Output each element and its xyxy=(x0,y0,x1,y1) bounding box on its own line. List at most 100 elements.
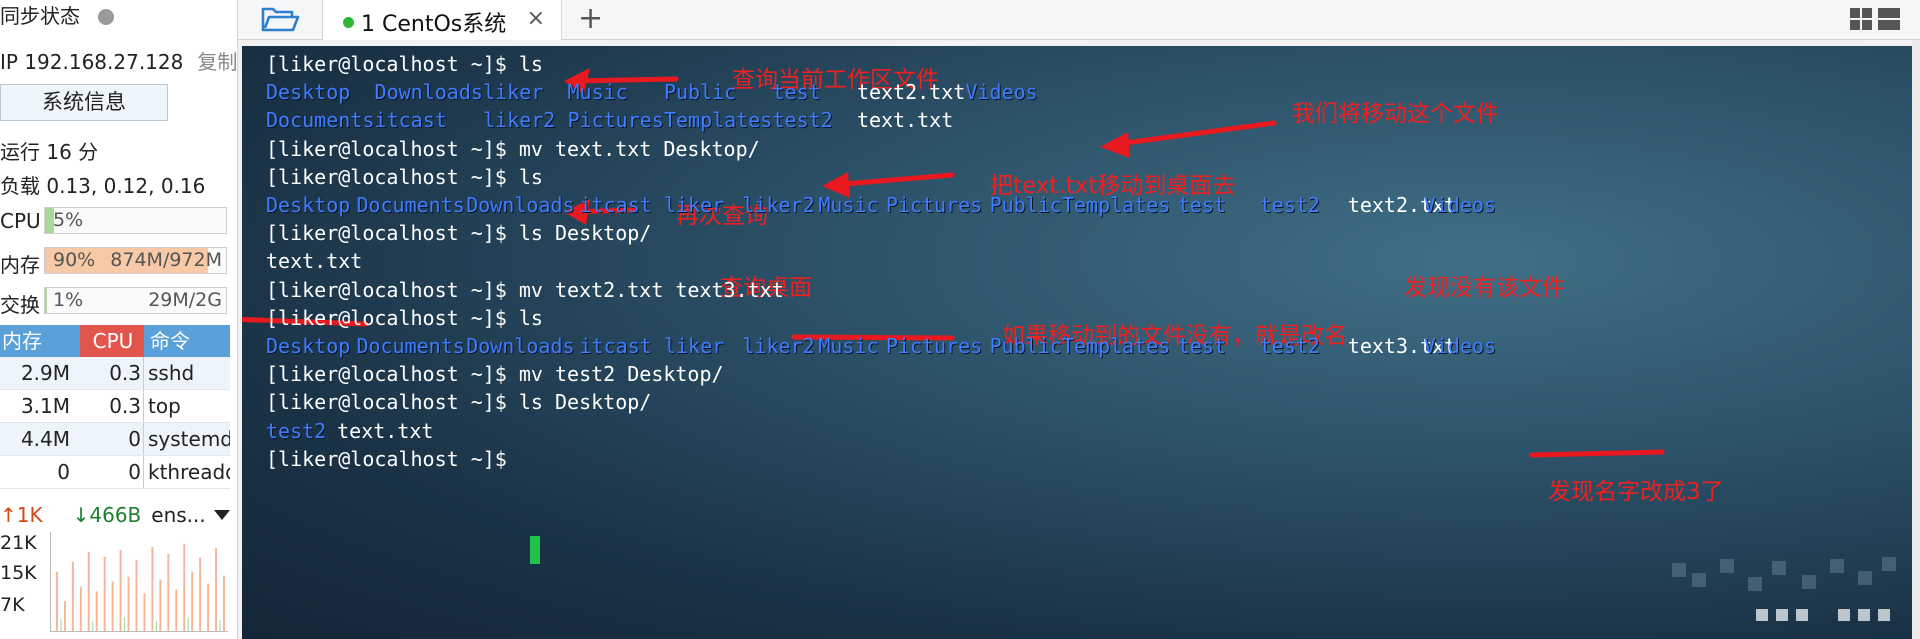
close-icon[interactable]: × xyxy=(527,6,545,31)
directory-entry: Templates xyxy=(1061,193,1171,217)
directory-entry: itcast xyxy=(374,108,447,133)
session-tab-bar: 1 CentOs系统 × + xyxy=(238,0,1920,40)
cpu-meter-label: CPU xyxy=(0,209,41,233)
directory-entry: Desktop xyxy=(266,193,351,217)
directory-entry: Documents xyxy=(266,108,375,133)
window-scrollbar[interactable] xyxy=(1912,40,1920,639)
directory-entry: Documents xyxy=(356,193,465,217)
terminal-command-line: [liker@localhost ~]$ ls xyxy=(266,305,543,330)
table-row[interactable]: 3.1M 0.3 top xyxy=(0,390,230,423)
chevron-down-icon[interactable] xyxy=(213,510,230,520)
directory-entry: Documents xyxy=(356,334,465,358)
terminal-command-line: [liker@localhost ~]$ ls Desktop/ xyxy=(266,221,652,246)
table-row[interactable]: 0 0 kthreadd xyxy=(0,456,230,489)
swap-meter-label: 交换 xyxy=(0,293,40,317)
directory-entry: liker2 xyxy=(483,108,556,133)
copy-ip-button[interactable]: 复制 xyxy=(197,50,237,74)
directory-entry: itcast xyxy=(579,334,652,358)
memory-meter-detail: 874M/972M xyxy=(110,249,222,271)
swap-meter-value: 1% xyxy=(53,289,84,311)
process-mem: 4.4M xyxy=(20,427,70,451)
directory-entry: test xyxy=(772,80,821,105)
network-download: ↓466B xyxy=(72,503,142,527)
directory-entry: liker xyxy=(483,80,544,105)
table-row[interactable]: 2.9M 0.3 sshd xyxy=(0,357,230,390)
terminal-command-line: [liker@localhost ~]$ ls xyxy=(266,52,543,76)
memory-meter: 90% 874M/972M xyxy=(44,247,227,274)
column-header-mem[interactable]: 内存 xyxy=(0,325,80,357)
terminal-command-line: [liker@localhost ~]$ ls Desktop/ xyxy=(266,390,652,415)
table-row[interactable]: 4.4M 0 systemd xyxy=(0,423,230,456)
ip-address: IP 192.168.27.128 xyxy=(0,50,184,74)
file-entry: text.txt xyxy=(856,108,954,133)
process-rows: 2.9M 0.3 sshd 3.1M 0.3 top 4.4M 0 system… xyxy=(0,357,230,489)
swap-meter-detail: 29M/2G xyxy=(148,289,222,311)
directory-entry: Templates xyxy=(1061,334,1171,358)
tab-label: 1 CentOs系统 xyxy=(361,12,507,37)
directory-entry: Public xyxy=(989,334,1062,358)
directory-entry: liker xyxy=(663,334,725,358)
cpu-meter-value: 5% xyxy=(53,209,84,231)
terminal-command-line: [liker@localhost ~]$ xyxy=(266,446,519,471)
directory-entry: liker xyxy=(663,193,725,217)
directory-entry: liker2 xyxy=(742,193,815,217)
swap-meter: 1% 29M/2G xyxy=(44,287,227,314)
process-table: 内存 CPU 命令 2.9M 0.3 sshd 3.1M 0.3 top 4.4… xyxy=(0,325,230,489)
process-mem: 2.9M xyxy=(20,361,70,385)
network-row: ↑1K ↓466B ens... xyxy=(0,503,230,527)
process-cpu: 0 xyxy=(74,456,144,488)
sync-status-label: 同步状态 xyxy=(0,4,80,28)
directory-entry: Downloads xyxy=(466,334,575,358)
column-header-cmd[interactable]: 命令 xyxy=(144,325,230,357)
net-axis-label: 7K xyxy=(0,594,25,616)
directory-entry: Videos xyxy=(1423,334,1496,358)
load-average: 负载 0.13, 0.12, 0.16 xyxy=(0,174,206,198)
terminal-command-line: [liker@localhost ~]$ mv text.txt Desktop… xyxy=(266,136,760,161)
net-axis-label: 21K xyxy=(0,532,37,554)
system-info-button[interactable]: 系统信息 xyxy=(0,84,168,121)
directory-entry: test xyxy=(1177,334,1226,358)
connected-status-icon xyxy=(343,17,354,28)
directory-entry: itcast xyxy=(579,193,652,217)
terminal-command-line: [liker@localhost ~]$ mv text2.txt text3.… xyxy=(266,277,784,302)
process-mem: 3.1M xyxy=(20,394,70,418)
process-cpu: 0 xyxy=(74,423,144,455)
layout-grid-icon[interactable] xyxy=(1848,6,1902,34)
directory-entry: Videos xyxy=(1423,193,1496,217)
tab-centos-session[interactable]: 1 CentOs系统 × xyxy=(322,0,562,40)
folder-open-icon[interactable] xyxy=(260,6,300,34)
network-interface-select[interactable]: ens... xyxy=(151,503,205,527)
sync-status-row: 同步状态 xyxy=(0,0,114,29)
directory-entry: Pictures xyxy=(567,108,664,133)
terminal-command-line: [liker@localhost ~]$ mv test2 Desktop/ xyxy=(266,362,724,387)
network-upload: ↑1K xyxy=(0,503,43,527)
directory-entry: Pictures xyxy=(885,193,983,217)
process-cmd: sshd xyxy=(148,361,195,385)
process-cmd: kthreadd xyxy=(148,460,230,484)
network-traffic-chart xyxy=(50,532,228,632)
directory-entry: test2 xyxy=(1259,193,1320,217)
cpu-meter: 5% xyxy=(44,207,227,234)
file-entry: text.txt xyxy=(266,249,363,274)
net-axis-label: 15K xyxy=(0,562,37,584)
process-cpu: 0.3 xyxy=(74,390,144,422)
directory-entry: Videos xyxy=(965,80,1038,105)
directory-entry: Desktop xyxy=(266,80,351,105)
memory-meter-value: 90% xyxy=(53,249,96,271)
directory-entry: Downloads xyxy=(466,193,575,217)
process-cmd: systemd xyxy=(148,427,230,451)
uptime: 运行 16 分 xyxy=(0,140,99,164)
directory-entry: test2 xyxy=(1259,334,1320,358)
column-header-cpu[interactable]: CPU xyxy=(80,325,144,357)
file-entry: text2.txt xyxy=(856,80,966,105)
annotation-renamed-to-3: 发现名字改成3了 xyxy=(1548,479,1724,505)
app-window: 同步状态 IP 192.168.27.128 复制 系统信息 运行 16 分 负载… xyxy=(0,0,1920,639)
directory-entry: Desktop xyxy=(266,334,351,358)
directory-entry: test2 xyxy=(772,108,833,133)
process-cpu: 0.3 xyxy=(74,357,144,389)
terminal-output[interactable]: 查询当前工作区文件 我们将移动这个文件 把text.txt移动到桌面去 再次查询… xyxy=(242,46,1912,639)
directory-entry: Music xyxy=(818,334,879,358)
terminal-command-line: [liker@localhost ~]$ ls xyxy=(266,164,543,189)
directory-entry: liker2 xyxy=(742,334,815,358)
new-tab-button[interactable]: + xyxy=(578,2,603,36)
